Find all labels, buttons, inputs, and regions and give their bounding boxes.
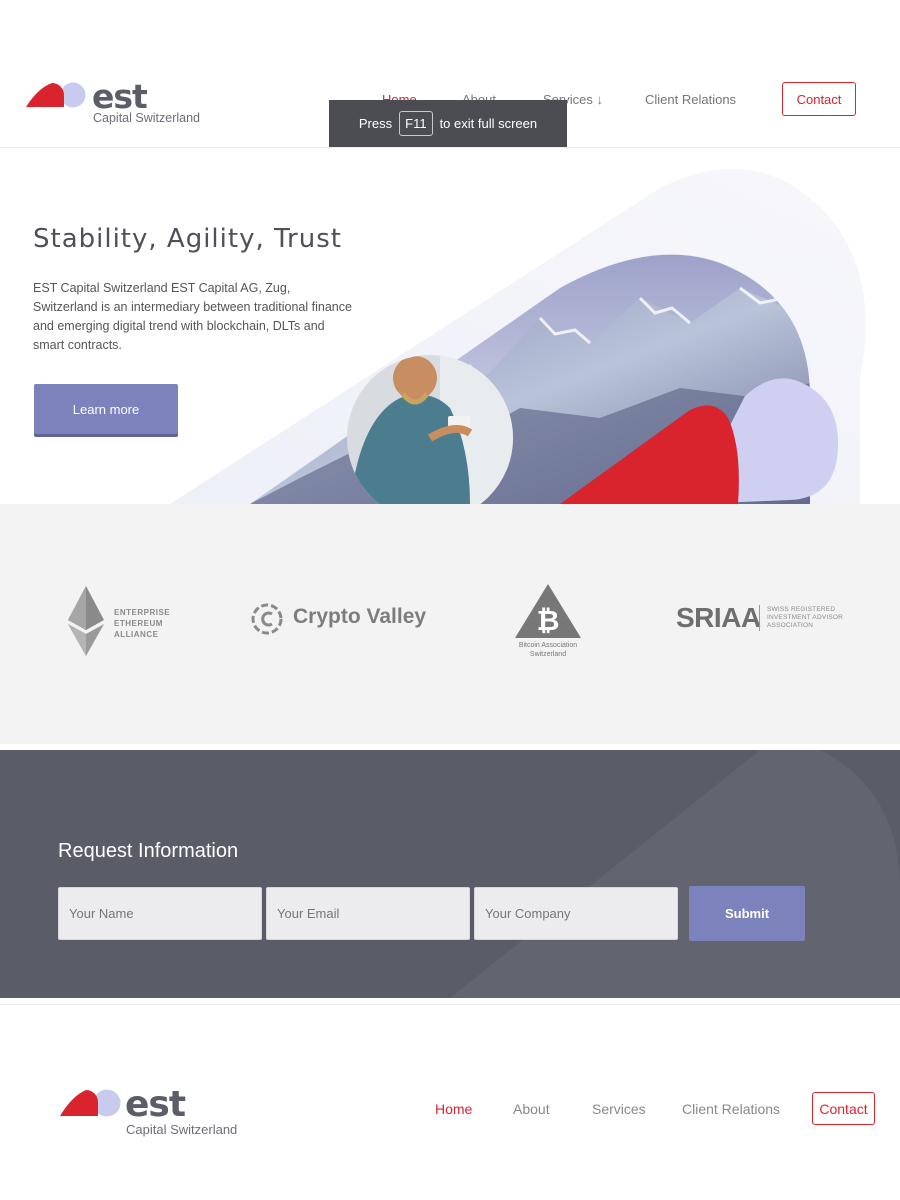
fullscreen-notice: Press F11 to exit full screen: [329, 100, 567, 147]
footer-nav-services[interactable]: Services: [592, 1101, 646, 1117]
footer-nav-about[interactable]: About: [513, 1101, 550, 1117]
svg-text:₿: ₿: [537, 604, 560, 637]
site-footer: est Capital Switzerland Home About Servi…: [0, 1004, 900, 1200]
learn-more-button[interactable]: Learn more: [34, 384, 178, 434]
bitcoin-association-label: Bitcoin Association Switzerland: [508, 641, 588, 659]
fullscreen-key: F11: [399, 111, 433, 136]
nav-client-relations[interactable]: Client Relations: [645, 92, 736, 107]
footer-contact-button[interactable]: Contact: [812, 1092, 875, 1125]
ethereum-icon: [68, 586, 104, 656]
footer-logo-subtitle: Capital Switzerland: [126, 1122, 238, 1137]
sriaa-description: SWISS REGISTERED INVESTMENT ADVISOR ASSO…: [767, 606, 843, 630]
sriaa-desc-2: INVESTMENT ADVISOR: [767, 614, 844, 621]
sriaa-desc-3: ASSOCIATION: [767, 622, 814, 629]
partner-sriaa[interactable]: SRIAA SWISS REGISTERED INVESTMENT ADVISO…: [676, 602, 856, 638]
bitcoin-label-line-2: Switzerland: [529, 651, 567, 658]
name-field[interactable]: [58, 887, 262, 940]
footer-logo[interactable]: est Capital Switzerland: [60, 1087, 250, 1139]
partner-bitcoin-association[interactable]: ₿ Bitcoin Association Switzerland: [508, 584, 588, 664]
request-title: Request Information: [58, 840, 239, 862]
header-contact-button[interactable]: Contact: [782, 82, 856, 116]
crypto-valley-label: Crypto Valley: [293, 605, 427, 628]
request-background-shape: [450, 750, 900, 998]
email-field[interactable]: [266, 887, 470, 940]
crypto-valley-icon: [251, 603, 283, 635]
footer-logo-wordmark: est: [125, 1084, 186, 1125]
hero-section: Stability, Agility, Trust EST Capital Sw…: [0, 148, 900, 504]
hero-description: EST Capital Switzerland EST Capital AG, …: [33, 281, 352, 352]
footer-nav-home[interactable]: Home: [435, 1101, 472, 1117]
footer-nav-client-relations[interactable]: Client Relations: [682, 1101, 780, 1117]
sriaa-name: SRIAA: [676, 602, 761, 633]
hero-title: Stability, Agility, Trust: [33, 224, 342, 254]
eea-line-1: ENTERPRISE: [114, 608, 171, 617]
site-header: est Capital Switzerland Home About Servi…: [0, 0, 900, 148]
partners-section: ENTERPRISE ETHEREUM ALLIANCE Crypto Vall…: [0, 504, 900, 744]
est-logo-icon: [60, 1089, 121, 1117]
sriaa-divider: [759, 605, 760, 631]
company-field[interactable]: [474, 887, 678, 940]
eea-label: ENTERPRISE ETHEREUM ALLIANCE: [114, 607, 170, 640]
eea-line-2: ETHEREUM: [114, 619, 163, 628]
bitcoin-icon: ₿: [515, 584, 581, 638]
submit-button[interactable]: Submit: [689, 886, 805, 941]
sriaa-desc-1: SWISS REGISTERED: [767, 606, 836, 613]
request-information-section: Request Information Submit: [0, 750, 900, 998]
partner-eea[interactable]: ENTERPRISE ETHEREUM ALLIANCE: [68, 586, 178, 658]
fullscreen-notice-prefix: Press: [358, 116, 393, 131]
fullscreen-notice-suffix: to exit full screen: [439, 116, 538, 131]
eea-line-3: ALLIANCE: [114, 630, 159, 639]
bitcoin-label-line-1: Bitcoin Association: [518, 642, 578, 649]
partner-crypto-valley[interactable]: Crypto Valley: [250, 600, 430, 640]
